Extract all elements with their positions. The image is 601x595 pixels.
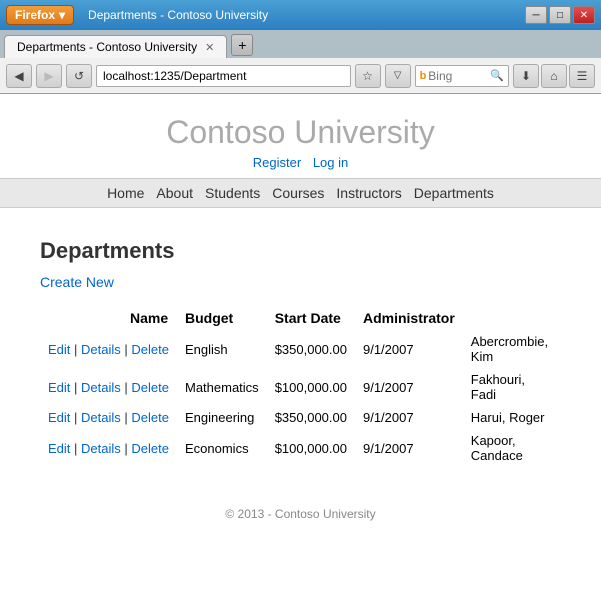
page: Contoso University Register Log in Home … bbox=[0, 94, 601, 595]
page-title: Departments bbox=[40, 238, 561, 264]
firefox-button[interactable]: Firefox ▾ bbox=[6, 5, 74, 25]
close-button[interactable]: ✕ bbox=[573, 6, 595, 24]
footer-text: © 2013 - Contoso University bbox=[225, 507, 375, 521]
row-name: English bbox=[177, 330, 267, 368]
table-row: Edit | Details | Delete Mathematics $100… bbox=[40, 368, 561, 406]
bookmark-btn2[interactable]: ▽ bbox=[385, 64, 411, 88]
nav-departments[interactable]: Departments bbox=[414, 185, 494, 201]
edit-link[interactable]: Edit bbox=[48, 380, 70, 395]
details-link[interactable]: Details bbox=[81, 342, 121, 357]
row-budget: $350,000.00 bbox=[267, 406, 355, 429]
register-link[interactable]: Register bbox=[253, 155, 301, 170]
row-admin: Kapoor, Candace bbox=[463, 429, 561, 467]
details-link[interactable]: Details bbox=[81, 441, 121, 456]
row-admin: Harui, Roger bbox=[463, 406, 561, 429]
search-input[interactable] bbox=[428, 69, 488, 83]
details-link[interactable]: Details bbox=[81, 380, 121, 395]
tab-bar: Departments - Contoso University ✕ + bbox=[0, 30, 601, 58]
site-header: Contoso University Register Log in Home … bbox=[0, 94, 601, 218]
footer: © 2013 - Contoso University bbox=[40, 487, 561, 531]
row-actions: Edit | Details | Delete bbox=[40, 330, 177, 368]
home-button[interactable]: ⌂ bbox=[541, 64, 567, 88]
window-title: Departments - Contoso University bbox=[80, 8, 519, 22]
departments-table: Name Budget Start Date Administrator Edi… bbox=[40, 306, 561, 467]
table-row: Edit | Details | Delete Engineering $350… bbox=[40, 406, 561, 429]
row-budget: $350,000.00 bbox=[267, 330, 355, 368]
delete-link[interactable]: Delete bbox=[131, 441, 169, 456]
title-bar: Firefox ▾ Departments - Contoso Universi… bbox=[0, 0, 601, 30]
nav-students[interactable]: Students bbox=[205, 185, 260, 201]
minimize-button[interactable]: ─ bbox=[525, 6, 547, 24]
tab-title: Departments - Contoso University bbox=[17, 40, 197, 54]
active-tab[interactable]: Departments - Contoso University ✕ bbox=[4, 35, 227, 58]
browser-content: Contoso University Register Log in Home … bbox=[0, 94, 601, 595]
tab-close-icon[interactable]: ✕ bbox=[205, 41, 214, 54]
col-name-header: Name bbox=[40, 306, 177, 330]
address-bar: ◀ ▶ ↺ ☆ ▽ b 🔍 ⬇ ⌂ ☰ bbox=[0, 58, 601, 94]
search-box: b 🔍 bbox=[415, 65, 509, 87]
browser-window: Firefox ▾ Departments - Contoso Universi… bbox=[0, 0, 601, 595]
details-link[interactable]: Details bbox=[81, 410, 121, 425]
row-budget: $100,000.00 bbox=[267, 368, 355, 406]
row-startdate: 9/1/2007 bbox=[355, 368, 463, 406]
create-link-container: Create New bbox=[40, 274, 561, 290]
auth-links: Register Log in bbox=[0, 155, 601, 170]
toolbar-buttons: ⬇ ⌂ ☰ bbox=[513, 64, 595, 88]
table-header-row: Name Budget Start Date Administrator bbox=[40, 306, 561, 330]
col-startdate-header: Start Date bbox=[267, 306, 355, 330]
delete-link[interactable]: Delete bbox=[131, 342, 169, 357]
table-row: Edit | Details | Delete Economics $100,0… bbox=[40, 429, 561, 467]
menu-button[interactable]: ☰ bbox=[569, 64, 595, 88]
nav-home[interactable]: Home bbox=[107, 185, 144, 201]
main-nav: Home About Students Courses Instructors … bbox=[0, 178, 601, 208]
row-startdate: 9/1/2007 bbox=[355, 429, 463, 467]
address-input[interactable] bbox=[96, 65, 351, 87]
col-admin-header: Administrator bbox=[355, 306, 463, 330]
row-actions: Edit | Details | Delete bbox=[40, 429, 177, 467]
bing-logo: b bbox=[420, 70, 427, 82]
edit-link[interactable]: Edit bbox=[48, 441, 70, 456]
reload-button[interactable]: ↺ bbox=[66, 64, 92, 88]
nav-about[interactable]: About bbox=[156, 185, 193, 201]
row-name: Economics bbox=[177, 429, 267, 467]
nav-courses[interactable]: Courses bbox=[272, 185, 324, 201]
bookmark-button[interactable]: ☆ bbox=[355, 64, 381, 88]
forward-button[interactable]: ▶ bbox=[36, 64, 62, 88]
edit-link[interactable]: Edit bbox=[48, 410, 70, 425]
row-admin: Fakhouri, Fadi bbox=[463, 368, 561, 406]
search-icon[interactable]: 🔍 bbox=[490, 69, 504, 82]
login-link[interactable]: Log in bbox=[313, 155, 348, 170]
row-name: Mathematics bbox=[177, 368, 267, 406]
row-startdate: 9/1/2007 bbox=[355, 406, 463, 429]
download-button[interactable]: ⬇ bbox=[513, 64, 539, 88]
row-budget: $100,000.00 bbox=[267, 429, 355, 467]
col-budget-header: Budget bbox=[177, 306, 267, 330]
maximize-button[interactable]: □ bbox=[549, 6, 571, 24]
row-startdate: 9/1/2007 bbox=[355, 330, 463, 368]
firefox-label: Firefox bbox=[15, 8, 55, 22]
row-actions: Edit | Details | Delete bbox=[40, 368, 177, 406]
back-button[interactable]: ◀ bbox=[6, 64, 32, 88]
main-content: Departments Create New Name Budget Start… bbox=[0, 218, 601, 551]
site-title: Contoso University bbox=[0, 114, 601, 151]
edit-link[interactable]: Edit bbox=[48, 342, 70, 357]
row-actions: Edit | Details | Delete bbox=[40, 406, 177, 429]
new-tab-button[interactable]: + bbox=[231, 34, 253, 56]
delete-link[interactable]: Delete bbox=[131, 410, 169, 425]
window-controls: ─ □ ✕ bbox=[525, 6, 595, 24]
nav-instructors[interactable]: Instructors bbox=[336, 185, 401, 201]
table-row: Edit | Details | Delete English $350,000… bbox=[40, 330, 561, 368]
row-admin: Abercrombie, Kim bbox=[463, 330, 561, 368]
delete-link[interactable]: Delete bbox=[131, 380, 169, 395]
create-new-link[interactable]: Create New bbox=[40, 274, 114, 290]
firefox-dropdown-icon: ▾ bbox=[59, 8, 65, 22]
row-name: Engineering bbox=[177, 406, 267, 429]
